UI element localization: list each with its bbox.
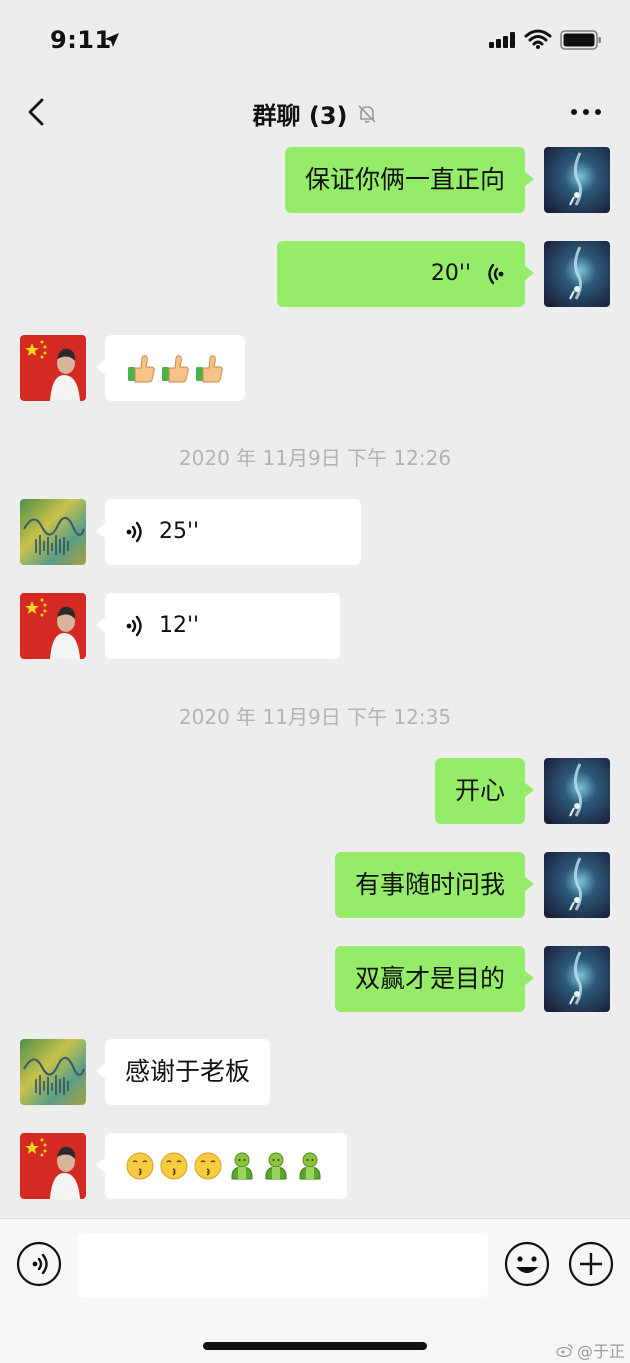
kissing-face-icon (160, 1152, 188, 1180)
voice-duration: 20'' (430, 261, 471, 286)
green-figure-icon (299, 1152, 321, 1180)
weibo-logo-icon (556, 1344, 573, 1357)
chat-title-text: 群聊 (3) (252, 102, 348, 130)
avatar-member-flag[interactable] (20, 1133, 86, 1199)
mute-bell-icon (357, 104, 376, 123)
thumbs-up-icon (161, 355, 189, 383)
thumbs-up-icon (127, 355, 155, 383)
weibo-watermark: @于正 (556, 1338, 625, 1362)
nav-bar: 群聊 (3) (0, 80, 630, 146)
message-bubble[interactable]: 双赢才是目的 (334, 946, 535, 1012)
message-bubble[interactable]: 感谢于老板 (95, 1039, 271, 1105)
message-bubble-emoji[interactable] (96, 1133, 347, 1199)
home-indicator[interactable] (203, 1342, 427, 1350)
message-incoming-voice: 25'' (0, 499, 630, 565)
voice-wave-icon (125, 521, 142, 543)
avatar-self[interactable] (544, 758, 610, 824)
message-outgoing: 开心 (0, 758, 630, 824)
location-arrow-icon (105, 33, 119, 47)
avatar-member-colorful[interactable] (20, 1039, 86, 1105)
avatar-self[interactable] (544, 241, 610, 307)
green-figure-icon (231, 1152, 253, 1180)
avatar-member-colorful[interactable] (20, 499, 86, 565)
cellular-signal-icon (489, 32, 515, 48)
more-options-icon[interactable] (566, 100, 606, 124)
emoji-picker-icon[interactable] (504, 1241, 550, 1287)
avatar-member-flag[interactable] (20, 593, 86, 659)
chat-title: 群聊 (3) (0, 96, 630, 131)
battery-icon (560, 30, 601, 50)
voice-message-bubble[interactable]: 25'' (96, 499, 361, 565)
wifi-icon (524, 29, 552, 49)
voice-duration: 12'' (159, 613, 200, 638)
message-outgoing: 有事随时问我 (0, 852, 630, 918)
message-outgoing-voice: 20'' (0, 241, 630, 307)
kissing-face-icon (126, 1152, 154, 1180)
voice-message-bubble[interactable]: 12'' (96, 593, 340, 659)
message-outgoing: 保证你俩一直正向 (0, 147, 630, 213)
message-outgoing: 双赢才是目的 (0, 946, 630, 1012)
voice-wave-icon (125, 615, 142, 637)
voice-duration: 25'' (159, 519, 200, 544)
kissing-face-icon (194, 1152, 222, 1180)
message-bubble[interactable]: 有事随时问我 (334, 852, 535, 918)
add-attachment-icon[interactable] (568, 1241, 614, 1287)
message-input[interactable] (78, 1233, 488, 1297)
avatar-member-flag[interactable] (20, 335, 86, 401)
message-incoming: 感谢于老板 (0, 1039, 630, 1105)
green-figure-icon (265, 1152, 287, 1180)
message-bubble-emoji[interactable] (96, 335, 245, 401)
chat-message-list[interactable]: 保证你俩一直正向 20'' 2020 年 11月9日 下午 12:26 25''… (0, 146, 630, 1218)
avatar-self[interactable] (544, 852, 610, 918)
message-bubble[interactable]: 开心 (434, 758, 535, 824)
thumbs-up-icon (195, 355, 223, 383)
chat-timestamp: 2020 年 11月9日 下午 12:35 (178, 705, 452, 729)
message-incoming (0, 1133, 630, 1199)
voice-wave-icon (488, 263, 505, 285)
avatar-self[interactable] (544, 946, 610, 1012)
watermark-text: @于正 (577, 1342, 626, 1361)
chat-timestamp: 2020 年 11月9日 下午 12:26 (178, 446, 452, 470)
message-incoming-voice: 12'' (0, 593, 630, 659)
voice-message-bubble[interactable]: 20'' (277, 241, 534, 307)
message-bubble[interactable]: 保证你俩一直正向 (284, 147, 535, 213)
message-incoming (0, 335, 630, 401)
avatar-self[interactable] (544, 147, 610, 213)
status-bar: 9:11 (0, 0, 630, 80)
voice-input-toggle-icon[interactable] (16, 1241, 62, 1287)
